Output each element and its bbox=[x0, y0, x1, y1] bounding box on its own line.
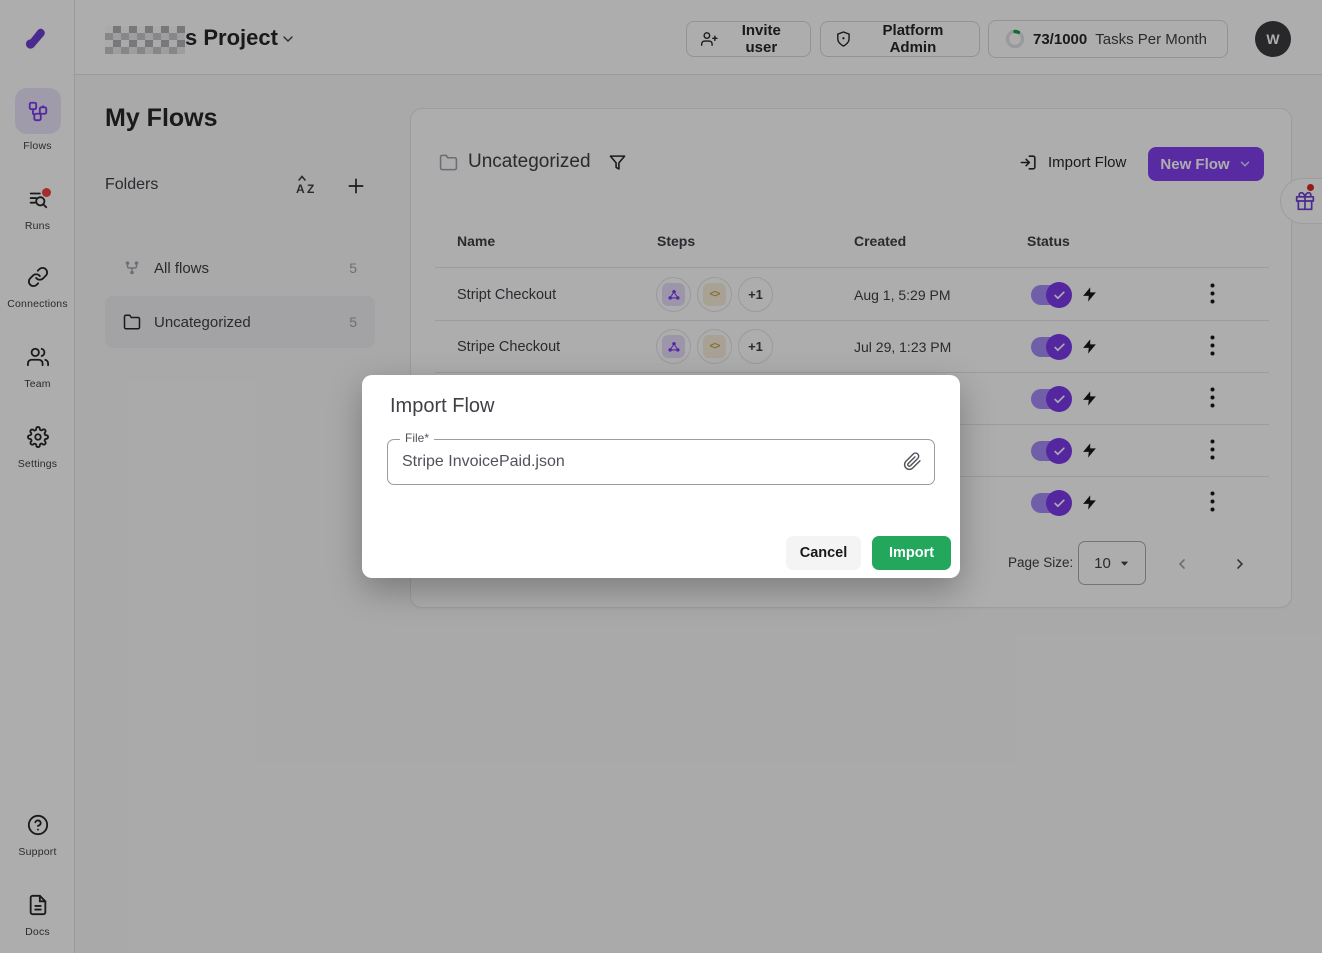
modal-title: Import Flow bbox=[390, 395, 494, 418]
paperclip-icon bbox=[903, 452, 922, 471]
file-input[interactable] bbox=[402, 440, 892, 484]
app-root: Flows Runs Connections bbox=[0, 0, 1322, 953]
import-flow-modal: Import Flow File* Cancel Import bbox=[362, 375, 960, 578]
import-button[interactable]: Import bbox=[872, 536, 951, 570]
cancel-button[interactable]: Cancel bbox=[786, 536, 861, 570]
file-field: File* bbox=[387, 439, 935, 485]
attach-file-button[interactable] bbox=[903, 452, 922, 476]
